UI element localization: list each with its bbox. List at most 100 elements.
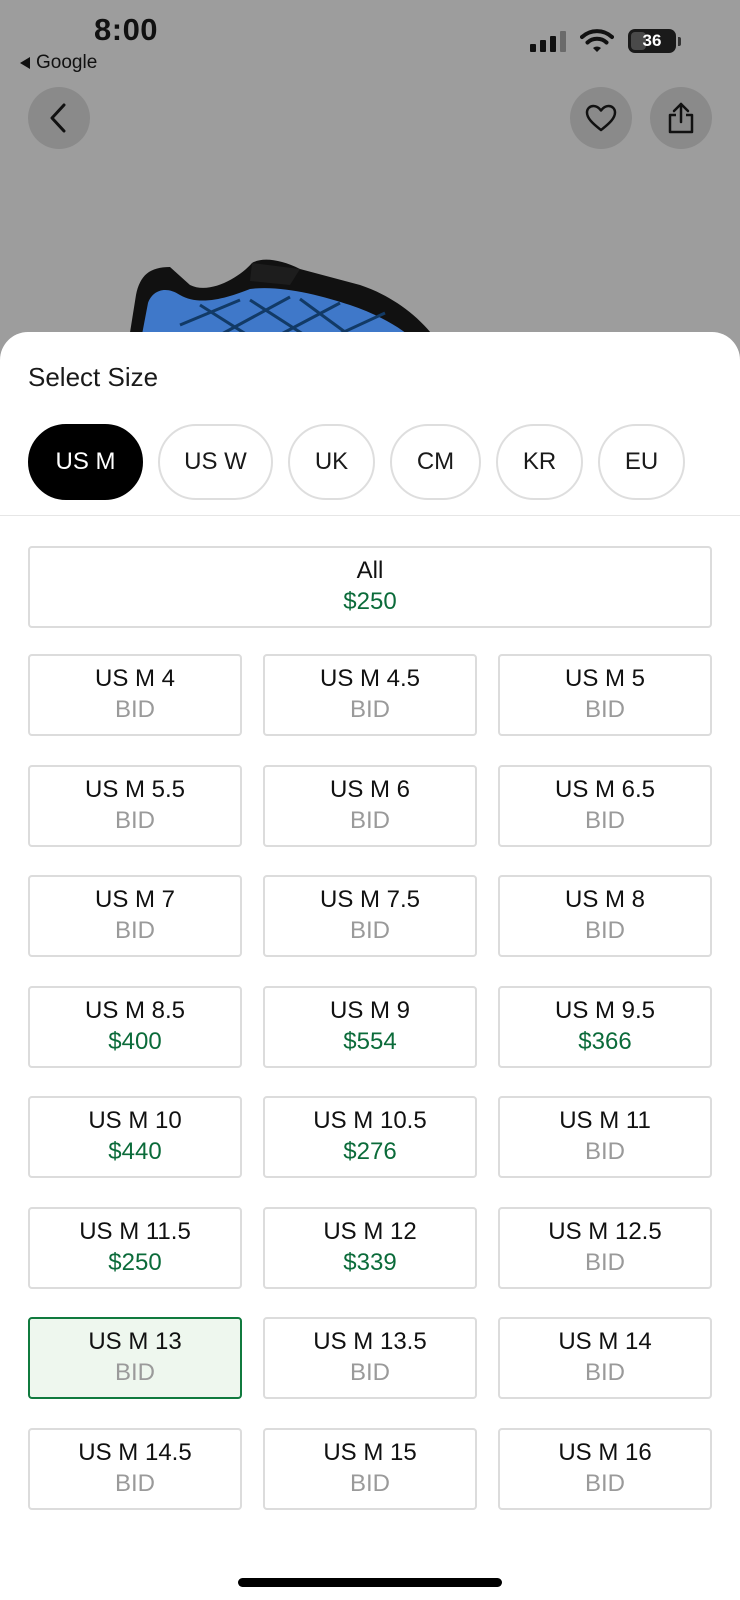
size-option[interactable]: US M 6.5 BID: [498, 765, 712, 847]
size-label: US M 13: [88, 1328, 182, 1355]
size-label: US M 5: [564, 665, 645, 692]
size-price: $440: [108, 1138, 162, 1165]
size-label: US M 12.5: [548, 1218, 662, 1245]
size-label: US M 7: [94, 886, 175, 913]
size-price: BID: [584, 807, 625, 834]
size-option[interactable]: US M 11 BID: [498, 1096, 712, 1178]
size-option[interactable]: US M 7.5 BID: [263, 875, 477, 957]
back-triangle-icon: [20, 57, 30, 69]
home-indicator[interactable]: [238, 1578, 502, 1587]
status-indicators: 36: [530, 28, 681, 54]
size-option[interactable]: US M 11.5 $250: [28, 1207, 242, 1289]
size-price: BID: [114, 917, 155, 944]
size-label: US M 14.5: [78, 1439, 192, 1466]
size-price: BID: [114, 1359, 155, 1386]
size-option[interactable]: US M 13.5 BID: [263, 1317, 477, 1399]
size-label: US M 5.5: [84, 776, 186, 803]
size-label: US M 8.5: [84, 997, 186, 1024]
share-icon: [668, 102, 694, 134]
size-price: BID: [584, 1249, 625, 1276]
wifi-icon: [580, 29, 614, 52]
back-app-label: Google: [36, 52, 98, 73]
cellular-signal-icon: [530, 30, 566, 52]
sheet-title: Select Size: [28, 362, 159, 392]
size-system-tab[interactable]: KR: [496, 424, 583, 500]
size-price: $400: [108, 1028, 162, 1055]
size-label: US M 6: [329, 776, 410, 803]
size-label: US M 4.5: [319, 665, 421, 692]
size-selector-sheet: Select Size US M US W UK CM KR EU All $2…: [0, 332, 740, 1600]
size-option[interactable]: US M 8.5 $400: [28, 986, 242, 1068]
heart-icon: [585, 104, 617, 132]
size-label: US M 11: [559, 1107, 651, 1134]
size-label: All: [356, 557, 384, 584]
back-to-app-link[interactable]: Google: [20, 52, 97, 74]
size-price: $339: [343, 1249, 397, 1276]
battery-icon: 36: [628, 29, 676, 53]
size-option-all[interactable]: All $250: [28, 546, 712, 628]
size-option[interactable]: US M 13 BID: [28, 1317, 242, 1399]
size-system-tab[interactable]: CM: [390, 424, 481, 500]
size-label: US M 9.5: [554, 997, 656, 1024]
size-price: $366: [578, 1028, 632, 1055]
divider: [0, 515, 740, 516]
size-label: US M 12: [323, 1218, 417, 1245]
size-option[interactable]: US M 14 BID: [498, 1317, 712, 1399]
size-system-tab[interactable]: US M: [28, 424, 143, 500]
size-price: $250: [108, 1249, 162, 1276]
size-option[interactable]: US M 9 $554: [263, 986, 477, 1068]
size-option[interactable]: US M 10.5 $276: [263, 1096, 477, 1178]
size-price: BID: [349, 696, 390, 723]
size-label: US M 9: [329, 997, 410, 1024]
size-option[interactable]: US M 10 $440: [28, 1096, 242, 1178]
chevron-left-icon: [50, 103, 66, 133]
status-time: 8:00: [94, 12, 159, 47]
size-price: BID: [114, 696, 155, 723]
size-option[interactable]: US M 7 BID: [28, 875, 242, 957]
size-price: BID: [349, 1359, 390, 1386]
size-label: US M 16: [558, 1439, 652, 1466]
size-label: US M 14: [558, 1328, 652, 1355]
size-label: US M 11.5: [79, 1218, 191, 1245]
size-label: US M 8: [564, 886, 645, 913]
size-option[interactable]: US M 12.5 BID: [498, 1207, 712, 1289]
size-option[interactable]: US M 12 $339: [263, 1207, 477, 1289]
size-option[interactable]: US M 5.5 BID: [28, 765, 242, 847]
size-system-tab[interactable]: US W: [158, 424, 273, 500]
size-option[interactable]: US M 6 BID: [263, 765, 477, 847]
back-button[interactable]: [28, 87, 90, 149]
size-price: BID: [584, 917, 625, 944]
size-price: $250: [343, 588, 397, 615]
size-label: US M 6.5: [554, 776, 656, 803]
size-price: BID: [114, 1470, 155, 1497]
size-price: BID: [584, 696, 625, 723]
size-option[interactable]: US M 14.5 BID: [28, 1428, 242, 1510]
size-label: US M 13.5: [313, 1328, 427, 1355]
size-price: BID: [349, 807, 390, 834]
size-price: BID: [584, 1359, 625, 1386]
size-option[interactable]: US M 16 BID: [498, 1428, 712, 1510]
size-system-tab[interactable]: EU: [598, 424, 685, 500]
share-button[interactable]: [650, 87, 712, 149]
size-label: US M 10.5: [313, 1107, 427, 1134]
size-price: BID: [114, 807, 155, 834]
size-system-tab[interactable]: UK: [288, 424, 375, 500]
size-price: BID: [584, 1138, 625, 1165]
size-label: US M 10: [88, 1107, 182, 1134]
size-label: US M 7.5: [319, 886, 421, 913]
size-option[interactable]: US M 4 BID: [28, 654, 242, 736]
size-option[interactable]: US M 4.5 BID: [263, 654, 477, 736]
product-screen: 8:00 Google 36 Select Size US M US W UK …: [0, 0, 740, 1600]
size-price: BID: [349, 1470, 390, 1497]
size-label: US M 15: [323, 1439, 417, 1466]
size-option[interactable]: US M 15 BID: [263, 1428, 477, 1510]
favorite-button[interactable]: [570, 87, 632, 149]
battery-percent: 36: [642, 31, 662, 50]
size-price: $276: [343, 1138, 397, 1165]
size-system-tabs: US M US W UK CM KR EU: [28, 424, 685, 500]
size-option[interactable]: US M 8 BID: [498, 875, 712, 957]
size-option[interactable]: US M 5 BID: [498, 654, 712, 736]
size-price: BID: [349, 917, 390, 944]
size-price: BID: [584, 1470, 625, 1497]
size-option[interactable]: US M 9.5 $366: [498, 986, 712, 1068]
